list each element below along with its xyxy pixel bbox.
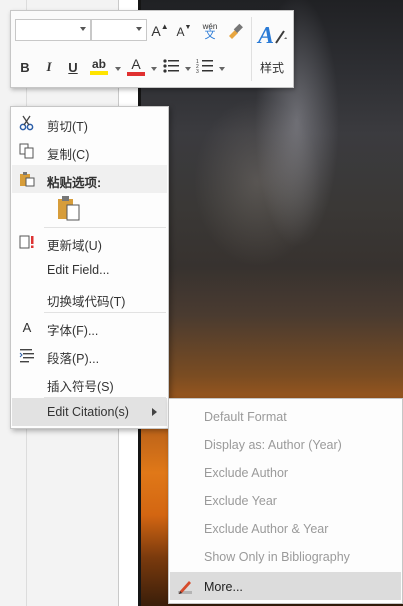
italic-button[interactable]: I	[39, 57, 59, 77]
submenu-item-show-only-bibliography[interactable]: Show Only in Bibliography	[170, 542, 401, 570]
bold-button[interactable]: B	[15, 57, 35, 77]
mini-toolbar: A ▲ A ▼ wén 文 B I U ab A 1 2 3 A 样式	[10, 10, 294, 88]
menu-item-font[interactable]: A 字体(F)...	[12, 313, 167, 341]
phonetic-guide-icon: 文	[204, 29, 216, 41]
submenu-item-label: Exclude Author & Year	[204, 522, 329, 536]
menu-item-edit-field[interactable]: Edit Field...	[12, 256, 167, 284]
submenu-item-label: Display as: Author (Year)	[204, 438, 342, 452]
pencil-icon	[176, 578, 194, 596]
menu-item-label: 剪切(T)	[47, 120, 88, 134]
underline-icon: U	[68, 59, 78, 75]
paste-icon	[19, 171, 35, 187]
font-icon: A	[22, 319, 32, 335]
menu-item-label: 复制(C)	[47, 148, 90, 162]
citation-submenu: Default Format Display as: Author (Year)…	[168, 398, 403, 604]
menu-item-cut[interactable]: 剪切(T)	[12, 109, 167, 137]
grow-font-button[interactable]: A ▲	[151, 21, 169, 41]
format-painter-button[interactable]	[224, 20, 246, 42]
menu-item-label: Edit Field...	[47, 263, 110, 277]
context-menu: 剪切(T) 复制(C) 粘贴选项: 更新域(U) Edit Field... 切…	[10, 106, 169, 429]
styles-icon: A	[256, 23, 287, 49]
paragraph-icon	[19, 347, 35, 363]
menu-item-copy[interactable]: 复制(C)	[12, 137, 167, 165]
submenu-item-display-author-year[interactable]: Display as: Author (Year)	[170, 430, 401, 458]
submenu-item-label: Show Only in Bibliography	[204, 550, 350, 564]
menu-item-label: 更新域(U)	[47, 239, 102, 253]
chevron-down-icon	[136, 27, 142, 31]
submenu-item-exclude-author[interactable]: Exclude Author	[170, 458, 401, 486]
bullets-button[interactable]	[161, 56, 181, 76]
menu-item-label: 切换域代码(T)	[47, 295, 126, 309]
font-color-icon: A	[131, 56, 141, 72]
menu-item-paragraph[interactable]: 段落(P)...	[12, 341, 167, 369]
menu-item-label: 段落(P)...	[47, 352, 100, 366]
toolbar-divider	[251, 17, 252, 81]
copy-icon	[19, 143, 35, 159]
grow-font-icon: A	[151, 23, 161, 39]
menu-item-edit-citations[interactable]: Edit Citation(s)	[12, 398, 167, 426]
svg-text:3: 3	[196, 69, 199, 74]
paste-keep-formatting-button[interactable]	[56, 194, 82, 222]
submenu-item-label: Default Format	[204, 410, 287, 424]
submenu-item-label: More...	[204, 580, 243, 594]
paste-clipboard-icon	[58, 196, 80, 221]
shrink-font-icon: A	[176, 25, 185, 39]
font-size-combo[interactable]	[91, 19, 147, 41]
submenu-item-more[interactable]: More...	[170, 572, 401, 600]
font-color-button[interactable]: A	[125, 54, 147, 78]
submenu-item-default-format[interactable]: Default Format	[170, 402, 401, 430]
italic-icon: I	[46, 59, 52, 74]
brush-icon	[229, 23, 243, 39]
chevron-down-icon[interactable]	[151, 67, 157, 71]
scissors-icon	[19, 115, 35, 131]
update-field-icon	[19, 234, 35, 250]
submenu-item-exclude-year[interactable]: Exclude Year	[170, 486, 401, 514]
menu-item-label: 字体(F)...	[47, 324, 99, 338]
chevron-down-icon[interactable]	[185, 67, 191, 71]
styles-button[interactable]: A	[255, 17, 289, 51]
styles-label: 样式	[259, 61, 284, 75]
menu-item-toggle-field-codes[interactable]: 切换域代码(T)	[12, 284, 167, 312]
menu-item-insert-symbol[interactable]: 插入符号(S)	[12, 369, 167, 397]
menu-header-paste-options: 粘贴选项:	[12, 165, 167, 193]
font-color-swatch	[127, 72, 145, 76]
phonetic-guide-button[interactable]: wén 文	[199, 19, 221, 43]
font-name-combo[interactable]	[15, 19, 91, 41]
menu-item-label: 插入符号(S)	[47, 380, 114, 394]
menu-item-label: 粘贴选项:	[47, 176, 102, 190]
chevron-down-icon[interactable]	[115, 67, 121, 71]
chevron-down-icon	[80, 27, 86, 31]
menu-item-update-field[interactable]: 更新域(U)	[12, 228, 167, 256]
submenu-item-label: Exclude Year	[204, 494, 277, 508]
highlight-color-swatch	[90, 71, 108, 75]
highlight-button[interactable]: ab	[87, 54, 111, 78]
bullet-list-icon	[163, 59, 179, 73]
submenu-item-label: Exclude Author	[204, 466, 289, 480]
underline-button[interactable]: U	[63, 57, 83, 77]
numbered-list-icon: 1 2 3	[196, 59, 213, 74]
submenu-arrow-icon	[152, 408, 157, 416]
menu-item-label: Edit Citation(s)	[47, 405, 129, 419]
svg-text:A: A	[256, 23, 274, 49]
chevron-down-icon[interactable]	[219, 67, 225, 71]
shrink-font-button[interactable]: A ▼	[175, 23, 193, 41]
bold-icon: B	[20, 59, 30, 75]
highlight-icon: ab	[91, 57, 106, 71]
submenu-item-exclude-author-year[interactable]: Exclude Author & Year	[170, 514, 401, 542]
numbering-button[interactable]: 1 2 3	[195, 56, 215, 76]
